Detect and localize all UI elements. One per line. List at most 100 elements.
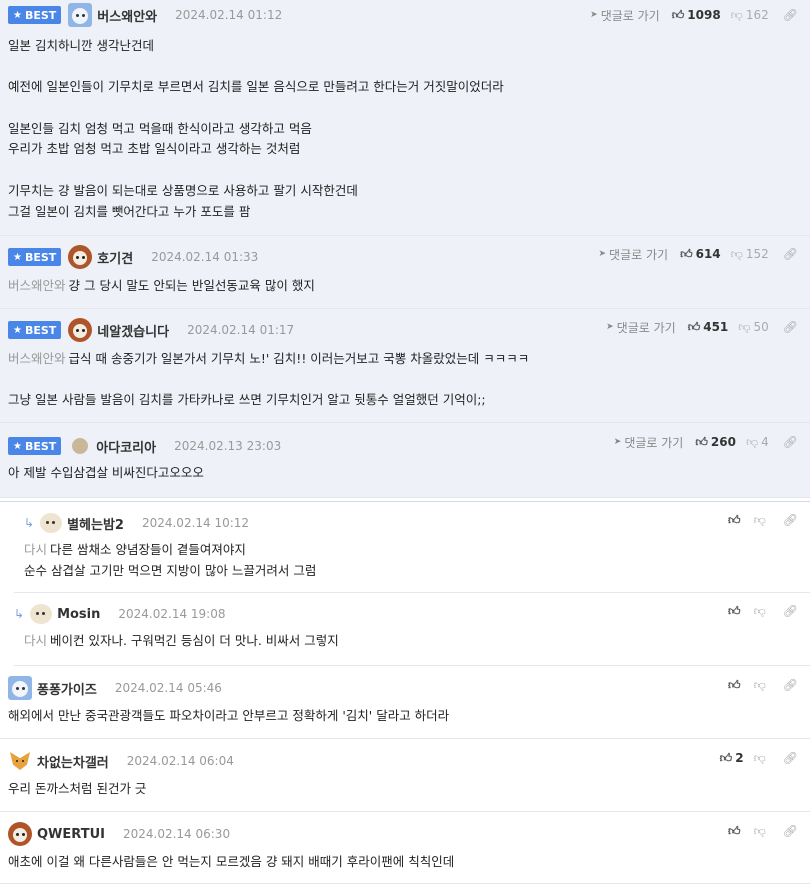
nickname[interactable]: Mosin xyxy=(57,607,100,622)
like-button[interactable]: 👍︎ xyxy=(728,604,744,619)
link-icon[interactable]: 🔗︎ xyxy=(783,320,798,334)
reply-arrow-icon: ↳ xyxy=(24,516,35,530)
send-arrow-icon: ➤ xyxy=(606,322,614,332)
comment-body: 애초에 이걸 왜 다른사람들은 안 먹는지 모르겠음 걍 돼지 배때기 후라이팬… xyxy=(8,854,455,869)
comment-item: ★ BEST 버스왜안와 2024.02.14 01:12 ➤ 댓글로 가기 👍︎ 1… xyxy=(0,0,810,236)
goto-comment-link[interactable]: ➤ 댓글로 가기 xyxy=(606,319,676,336)
comment-body: 아 제발 수입삼겹살 비싸진다고오오오 xyxy=(8,465,204,480)
nickname[interactable]: 버스왜안와 xyxy=(97,6,157,25)
nickname[interactable]: 퐁퐁가이즈 xyxy=(37,679,97,698)
nickname[interactable]: QWERTUI xyxy=(37,827,105,842)
avatar[interactable] xyxy=(40,513,63,533)
comment-item: 차없는차갤러 2024.02.14 06:04 👍︎ 2 👎︎ 🔗︎ 우리 돈까스… xyxy=(0,739,810,812)
link-icon[interactable]: 🔗︎ xyxy=(783,604,798,618)
dislike-button[interactable]: 👎︎ xyxy=(754,824,769,839)
best-badge: ★ BEST xyxy=(8,437,62,455)
dislike-button[interactable]: 👎︎ xyxy=(754,678,769,693)
avatar[interactable] xyxy=(8,822,32,846)
best-badge: ★ BEST xyxy=(8,321,62,339)
comment-body: 일본 김치하니깐 생각난건데 예전에 일본인들이 기무치로 부르면서 김치를 일… xyxy=(8,38,504,219)
nickname[interactable]: 별헤는밤2 xyxy=(67,514,124,533)
comment-body: 버스왜안와 급식 때 송중기가 일본가서 기무치 노!' 김치!! 이러는거보고 … xyxy=(8,351,530,408)
comment-body: 해외에서 만난 중국관광객들도 파오차이라고 안부르고 정확하게 '김치' 달라… xyxy=(8,708,450,723)
mention[interactable]: 다시 xyxy=(24,542,47,557)
comment-item: QWERTUI 2024.02.14 06:30 👍︎ 👎︎ 🔗︎ 애초에 이걸… xyxy=(0,812,810,884)
thumbs-down-icon: 👎︎ xyxy=(753,750,766,765)
dislike-button[interactable]: 👎︎ xyxy=(754,513,769,528)
dislike-button[interactable]: 👎︎ 162 xyxy=(731,8,769,23)
comment-body: 다시 베이컨 있자나. 구워먹긴 등심이 더 맛나. 비싸서 그렇지 xyxy=(24,633,339,648)
like-button[interactable]: 👍︎ 260 xyxy=(695,435,736,450)
nickname[interactable]: 아다코리아 xyxy=(96,437,156,456)
link-icon[interactable]: 🔗︎ xyxy=(783,247,798,261)
avatar[interactable] xyxy=(68,245,93,269)
comment-body: 우리 돈까스처럼 된건가 긋 xyxy=(8,781,147,796)
send-arrow-icon: ➤ xyxy=(590,10,598,20)
link-icon[interactable]: 🔗︎ xyxy=(783,751,798,765)
best-badge: ★ BEST xyxy=(8,248,62,266)
thumbs-up-icon: 👍︎ xyxy=(728,823,741,838)
like-button[interactable]: 👍︎ 1098 xyxy=(672,8,721,23)
goto-comment-link[interactable]: ➤ 댓글로 가기 xyxy=(590,7,660,24)
like-button[interactable]: 👍︎ xyxy=(728,513,744,528)
star-icon: ★ xyxy=(13,324,22,336)
comment-list: ★ BEST 버스왜안와 2024.02.14 01:12 ➤ 댓글로 가기 👍︎ 1… xyxy=(0,0,810,884)
like-button[interactable]: 👍︎ xyxy=(728,824,744,839)
mention[interactable]: 다시 xyxy=(24,633,47,648)
thumbs-down-icon: 👎︎ xyxy=(753,823,766,838)
link-icon[interactable]: 🔗︎ xyxy=(783,824,798,838)
like-button[interactable]: 👍︎ 2 xyxy=(720,751,744,766)
comment-item: ★ BEST 호기견 2024.02.14 01:33 ➤ 댓글로 가기 👍︎ 614… xyxy=(0,236,810,309)
nickname[interactable]: 네알겠습니다 xyxy=(97,321,169,340)
thumbs-up-icon: 👍︎ xyxy=(671,7,685,22)
thumbs-down-icon: 👎︎ xyxy=(730,7,743,22)
link-icon[interactable]: 🔗︎ xyxy=(783,435,798,449)
comment-date: 2024.02.14 01:17 xyxy=(187,323,295,337)
thumbs-up-icon: 👍︎ xyxy=(687,319,701,334)
link-icon[interactable]: 🔗︎ xyxy=(783,8,798,22)
avatar[interactable] xyxy=(68,318,93,342)
avatar[interactable] xyxy=(8,676,32,700)
like-button[interactable]: 👍︎ 614 xyxy=(680,247,721,262)
thumbs-down-icon: 👎︎ xyxy=(753,677,766,692)
avatar[interactable] xyxy=(68,3,93,27)
reply-arrow-icon: ↳ xyxy=(14,607,25,621)
mention[interactable]: 버스왜안와 xyxy=(8,351,66,366)
thumbs-down-icon: 👎︎ xyxy=(753,603,766,618)
comment-date: 2024.02.14 19:08 xyxy=(118,607,226,621)
thumbs-up-icon: 👍︎ xyxy=(728,603,741,618)
thumbs-down-icon: 👎︎ xyxy=(745,434,759,449)
link-icon[interactable]: 🔗︎ xyxy=(783,678,798,692)
star-icon: ★ xyxy=(13,9,22,21)
thumbs-down-icon: 👎︎ xyxy=(730,246,743,261)
dislike-button[interactable]: 👎︎ xyxy=(754,751,769,766)
goto-comment-link[interactable]: ➤ 댓글로 가기 xyxy=(599,246,669,263)
thumbs-up-icon: 👍︎ xyxy=(728,677,741,692)
mention[interactable]: 버스왜안와 xyxy=(8,278,66,293)
dislike-button[interactable]: 👎︎ 152 xyxy=(731,247,769,262)
comment-date: 2024.02.14 10:12 xyxy=(141,516,250,530)
reply-item: ↳ Mosin 2024.02.14 19:08 👍︎ 👎︎ 🔗︎ 다시 베이컨 … xyxy=(14,593,810,666)
best-badge: ★ BEST xyxy=(8,6,62,24)
comment-date: 2024.02.13 23:03 xyxy=(174,439,282,453)
dislike-button[interactable]: 👎︎ 50 xyxy=(738,320,768,335)
avatar[interactable] xyxy=(72,438,89,454)
reply-item: ↳ 별헤는밤2 2024.02.14 10:12 👍︎ 👎︎ 🔗︎ 다시 다른 쌈… xyxy=(14,502,810,593)
like-button[interactable]: 👍︎ xyxy=(728,678,744,693)
link-icon[interactable]: 🔗︎ xyxy=(783,513,798,527)
nickname[interactable]: 호기견 xyxy=(97,248,133,267)
star-icon: ★ xyxy=(13,440,22,452)
like-button[interactable]: 👍︎ 451 xyxy=(688,320,729,335)
thumbs-up-icon: 👍︎ xyxy=(719,750,733,765)
comment-item: ★ BEST 네알겠습니다 2024.02.14 01:17 ➤ 댓글로 가기 👍︎… xyxy=(0,309,810,423)
goto-comment-link[interactable]: ➤ 댓글로 가기 xyxy=(614,434,684,451)
avatar[interactable] xyxy=(8,749,32,773)
comment-date: 2024.02.14 06:04 xyxy=(126,754,234,768)
comment-body: 버스왜안와 걍 그 당시 말도 안되는 반일선동교육 많이 했지 xyxy=(8,278,315,293)
dislike-button[interactable]: 👎︎ xyxy=(754,604,769,619)
send-arrow-icon: ➤ xyxy=(613,437,622,447)
comment-date: 2024.02.14 05:46 xyxy=(114,681,222,695)
avatar[interactable] xyxy=(30,604,53,624)
nickname[interactable]: 차없는차갤러 xyxy=(37,752,109,771)
dislike-button[interactable]: 👎︎ 4 xyxy=(746,435,769,450)
